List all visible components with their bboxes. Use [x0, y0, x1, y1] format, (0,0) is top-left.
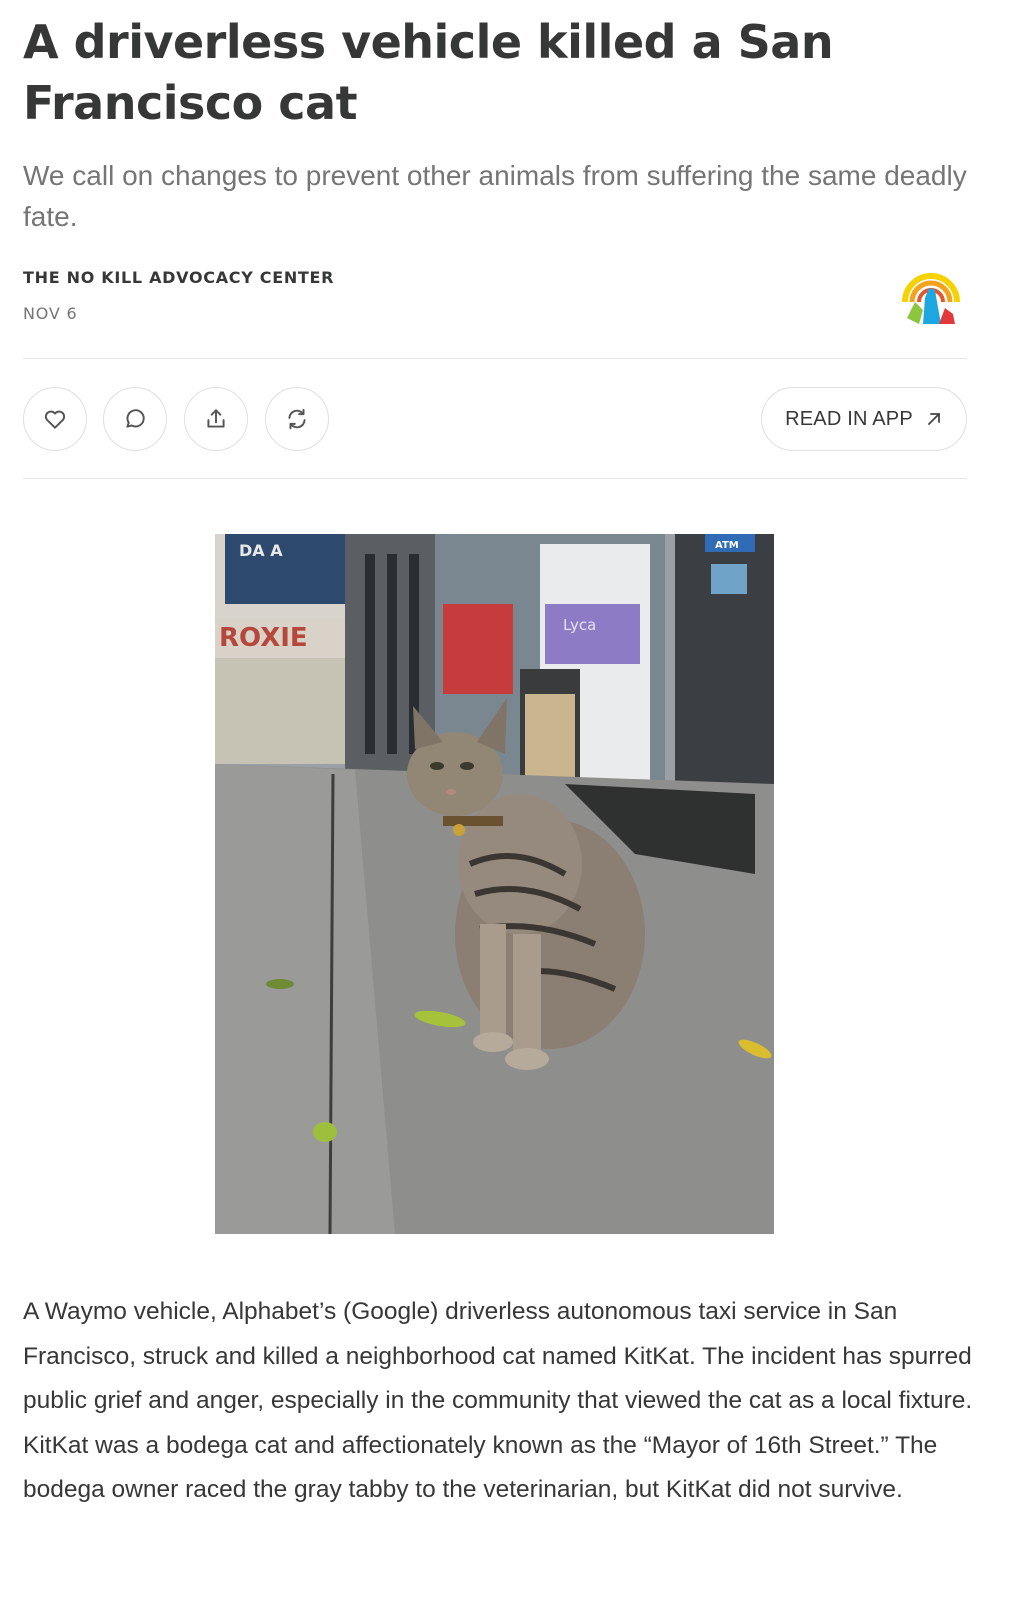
- poster-text: Lyca: [563, 616, 596, 634]
- article-photo[interactable]: DA A ROXIE Lyca ATM: [215, 534, 774, 1234]
- read-in-app-label: READ IN APP: [785, 407, 913, 430]
- post-date: NOV 6: [23, 304, 78, 323]
- atm-sign-text: ATM: [715, 540, 739, 551]
- publication-logo[interactable]: [895, 258, 967, 330]
- comment-button[interactable]: [103, 387, 167, 451]
- svg-text:DA A: DA A: [239, 541, 283, 560]
- author-name[interactable]: THE NO KILL ADVOCACY CENTER: [23, 268, 334, 287]
- storefront-sign-text: ROXIE: [219, 623, 308, 653]
- article-title: A driverless vehicle killed a San Franci…: [23, 15, 834, 130]
- action-bar: READ IN APP: [23, 387, 967, 451]
- article-subtitle: We call on changes to prevent other anim…: [23, 160, 967, 232]
- share-icon: [207, 409, 225, 428]
- divider-bottom: [23, 478, 967, 479]
- restack-button[interactable]: [265, 387, 329, 451]
- divider-top: [23, 358, 967, 359]
- restack-icon: [288, 408, 306, 430]
- share-button[interactable]: [184, 387, 248, 451]
- comment-icon: [126, 409, 145, 428]
- like-button[interactable]: [23, 387, 87, 451]
- arrow-up-right-icon: [927, 413, 940, 425]
- read-in-app-button[interactable]: READ IN APP: [761, 387, 967, 451]
- heart-icon: [44, 410, 66, 429]
- article-body: A Waymo vehicle, Alphabet’s (Google) dri…: [23, 1298, 973, 1504]
